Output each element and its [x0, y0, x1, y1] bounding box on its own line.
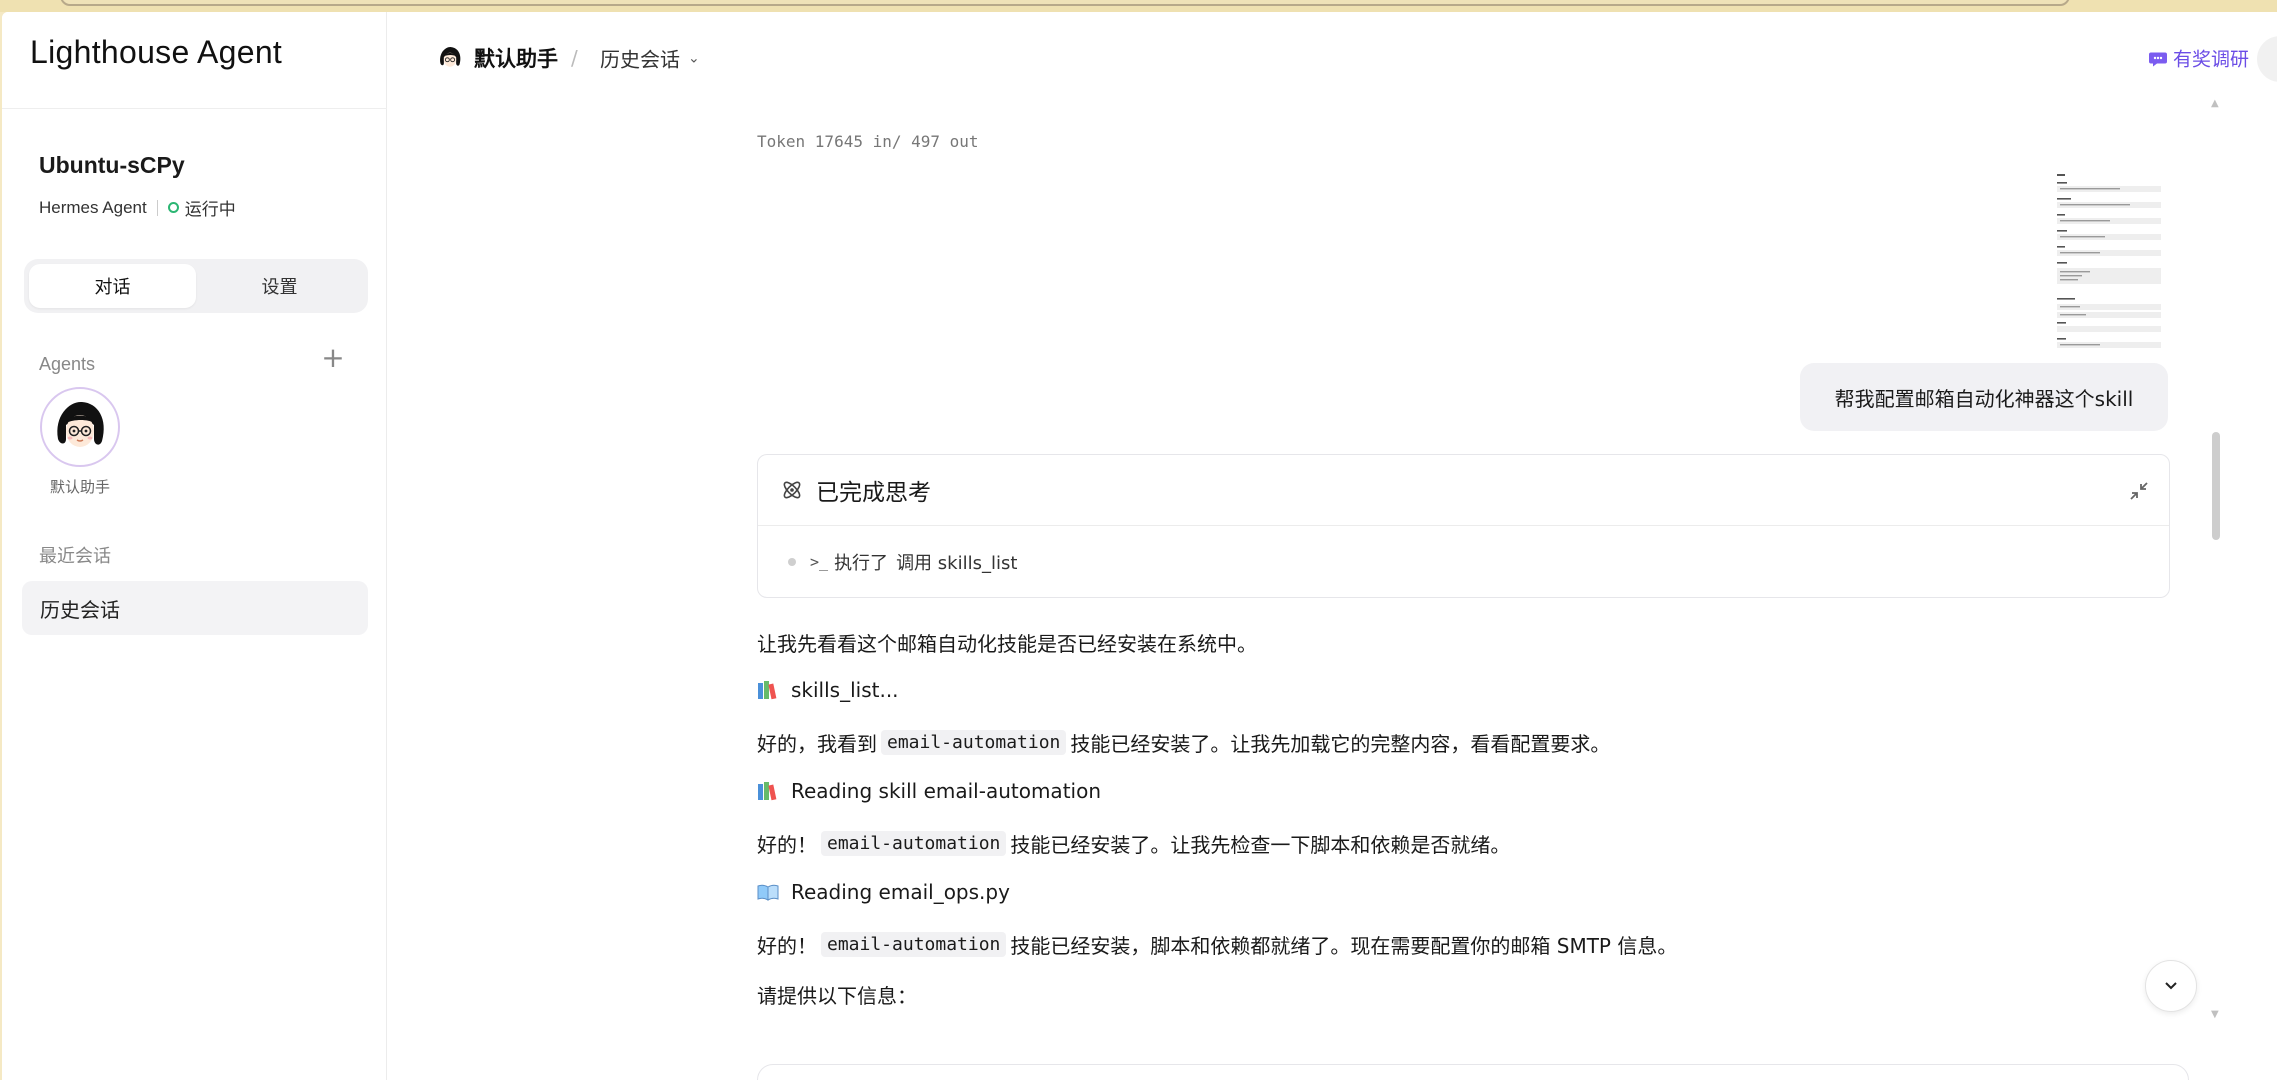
tool-call-text: Reading email_ops.py — [791, 880, 1010, 904]
message-text: 技能已经安装，脚本和依赖都就绪了。现在需要配置你的邮箱 SMTP 信息。 — [1010, 934, 1678, 958]
message-text: 技能已经安装了。让我先加载它的完整内容，看看配置要求。 — [1070, 732, 1611, 756]
tool-call-line: Reading email_ops.py — [757, 880, 1010, 904]
status-dot-icon — [167, 202, 179, 213]
agents-section-label: Agents — [39, 354, 96, 374]
tool-call-text: Reading skill email-automation — [791, 779, 1101, 803]
bottom-card — [757, 1064, 2189, 1080]
thinking-step: >_ 执行了 调用 skills_list — [788, 549, 1017, 575]
tab-chat[interactable]: 对话 — [29, 264, 196, 308]
scroll-to-bottom-button[interactable] — [2145, 960, 2197, 1012]
chat-area: Token 17645 in/ 497 out 帮我配置邮箱自动化神器这个ski… — [388, 98, 2277, 1080]
thinking-header[interactable]: 已完成思考 — [758, 455, 2169, 526]
tab-settings[interactable]: 设置 — [196, 264, 363, 308]
agent-face-icon — [440, 47, 461, 67]
terminal-icon: >_ — [810, 553, 829, 571]
breadcrumb-separator: / — [571, 46, 578, 70]
scroll-down-arrow-icon[interactable]: ▼ — [2211, 1009, 2219, 1020]
thinking-card: 已完成思考 >_ 执行了 调用 skills_list — [757, 454, 2170, 598]
app-window: Lighthouse Agent Ubuntu-sCPy Hermes Agen… — [2, 12, 2277, 1080]
browser-top-strip — [0, 0, 2277, 12]
agent-avatar[interactable] — [40, 387, 120, 467]
sidebar-tab-switch: 对话 设置 — [24, 259, 368, 313]
message-text: 好的！ — [757, 833, 817, 857]
inline-code: email-automation — [881, 730, 1067, 755]
header: 默认助手 / 历史会话 ⌄ 有奖调研 — [388, 12, 2277, 102]
inline-code: email-automation — [821, 932, 1007, 957]
add-agent-icon[interactable]: + — [320, 344, 346, 372]
recent-sessions-label: 最近会话 — [39, 546, 111, 567]
message-text: 好的！ — [757, 934, 817, 958]
user-avatar[interactable] — [2257, 36, 2277, 82]
tool-call-text: skills_list... — [791, 678, 899, 702]
history-dropdown-label: 历史会话 — [600, 47, 680, 72]
assistant-message: 好的！ email-automation 技能已经安装了。让我先检查一下脚本和依… — [757, 829, 1510, 858]
meta-separator — [156, 199, 158, 216]
survey-link[interactable]: 有奖调研 — [2148, 45, 2249, 72]
chevron-down-icon: ⌄ — [688, 50, 700, 66]
scrollbar[interactable] — [2210, 102, 2224, 1022]
chat-bubble-icon — [2148, 52, 2167, 66]
user-message-bubble: 帮我配置邮箱自动化神器这个skill — [1800, 363, 2168, 431]
status-badge: 运行中 — [184, 200, 236, 219]
books-icon — [758, 782, 777, 801]
header-agent[interactable]: 默认助手 — [436, 43, 558, 73]
agent-face-icon — [57, 401, 104, 447]
agent-name-label: 默认助手 — [49, 478, 110, 496]
message-text: 技能已经安装了。让我先检查一下脚本和依赖是否就绪。 — [1010, 833, 1511, 857]
step-text: 调用 skills_list — [896, 553, 1018, 574]
collapse-icon[interactable] — [2127, 479, 2151, 503]
attached-image-thumbnail[interactable] — [2055, 172, 2163, 352]
survey-label: 有奖调研 — [2172, 48, 2249, 71]
scrollbar-thumb[interactable] — [2212, 432, 2220, 540]
assistant-message: 好的，我看到 email-automation 技能已经安装了。让我先加载它的完… — [757, 728, 1610, 757]
books-icon — [758, 681, 777, 700]
sidebar-item-history[interactable]: 历史会话 — [22, 581, 368, 635]
divider — [2, 108, 387, 109]
step-bullet — [788, 558, 796, 566]
thinking-title: 已完成思考 — [816, 480, 931, 506]
open-book-icon — [757, 884, 779, 901]
assistant-message: 请提供以下信息： — [757, 984, 917, 1008]
step-prefix: 执行了 — [834, 553, 889, 574]
brand-logo-text: Lighthouse Agent — [30, 34, 283, 70]
instance-name: Ubuntu-sCPy — [39, 152, 185, 178]
instance-meta: Hermes Agent 运行中 — [39, 195, 236, 220]
atom-icon — [783, 481, 801, 499]
assistant-message: 让我先看看这个邮箱自动化技能是否已经安装在系统中。 — [757, 632, 1257, 656]
address-bar[interactable] — [60, 0, 2070, 6]
document-preview-icon — [2055, 172, 2163, 352]
history-dropdown[interactable]: 历史会话 ⌄ — [600, 44, 700, 73]
tool-call-line: Reading skill email-automation — [757, 779, 1101, 803]
scroll-up-arrow-icon[interactable]: ▲ — [2211, 98, 2219, 109]
assistant-message: 好的！ email-automation 技能已经安装，脚本和依赖都就绪了。现在… — [757, 930, 1677, 959]
sidebar: Lighthouse Agent Ubuntu-sCPy Hermes Agen… — [2, 12, 387, 1080]
token-usage: Token 17645 in/ 497 out — [757, 132, 979, 151]
header-agent-name: 默认助手 — [474, 47, 558, 71]
inline-code: email-automation — [821, 831, 1007, 856]
main-panel: 默认助手 / 历史会话 ⌄ 有奖调研 Token 17645 in/ 497 o… — [388, 12, 2277, 1080]
instance-type: Hermes Agent — [39, 197, 147, 217]
tool-call-line: skills_list... — [757, 678, 899, 702]
chevron-down-icon — [2165, 982, 2177, 990]
message-text: 好的，我看到 — [757, 732, 877, 756]
